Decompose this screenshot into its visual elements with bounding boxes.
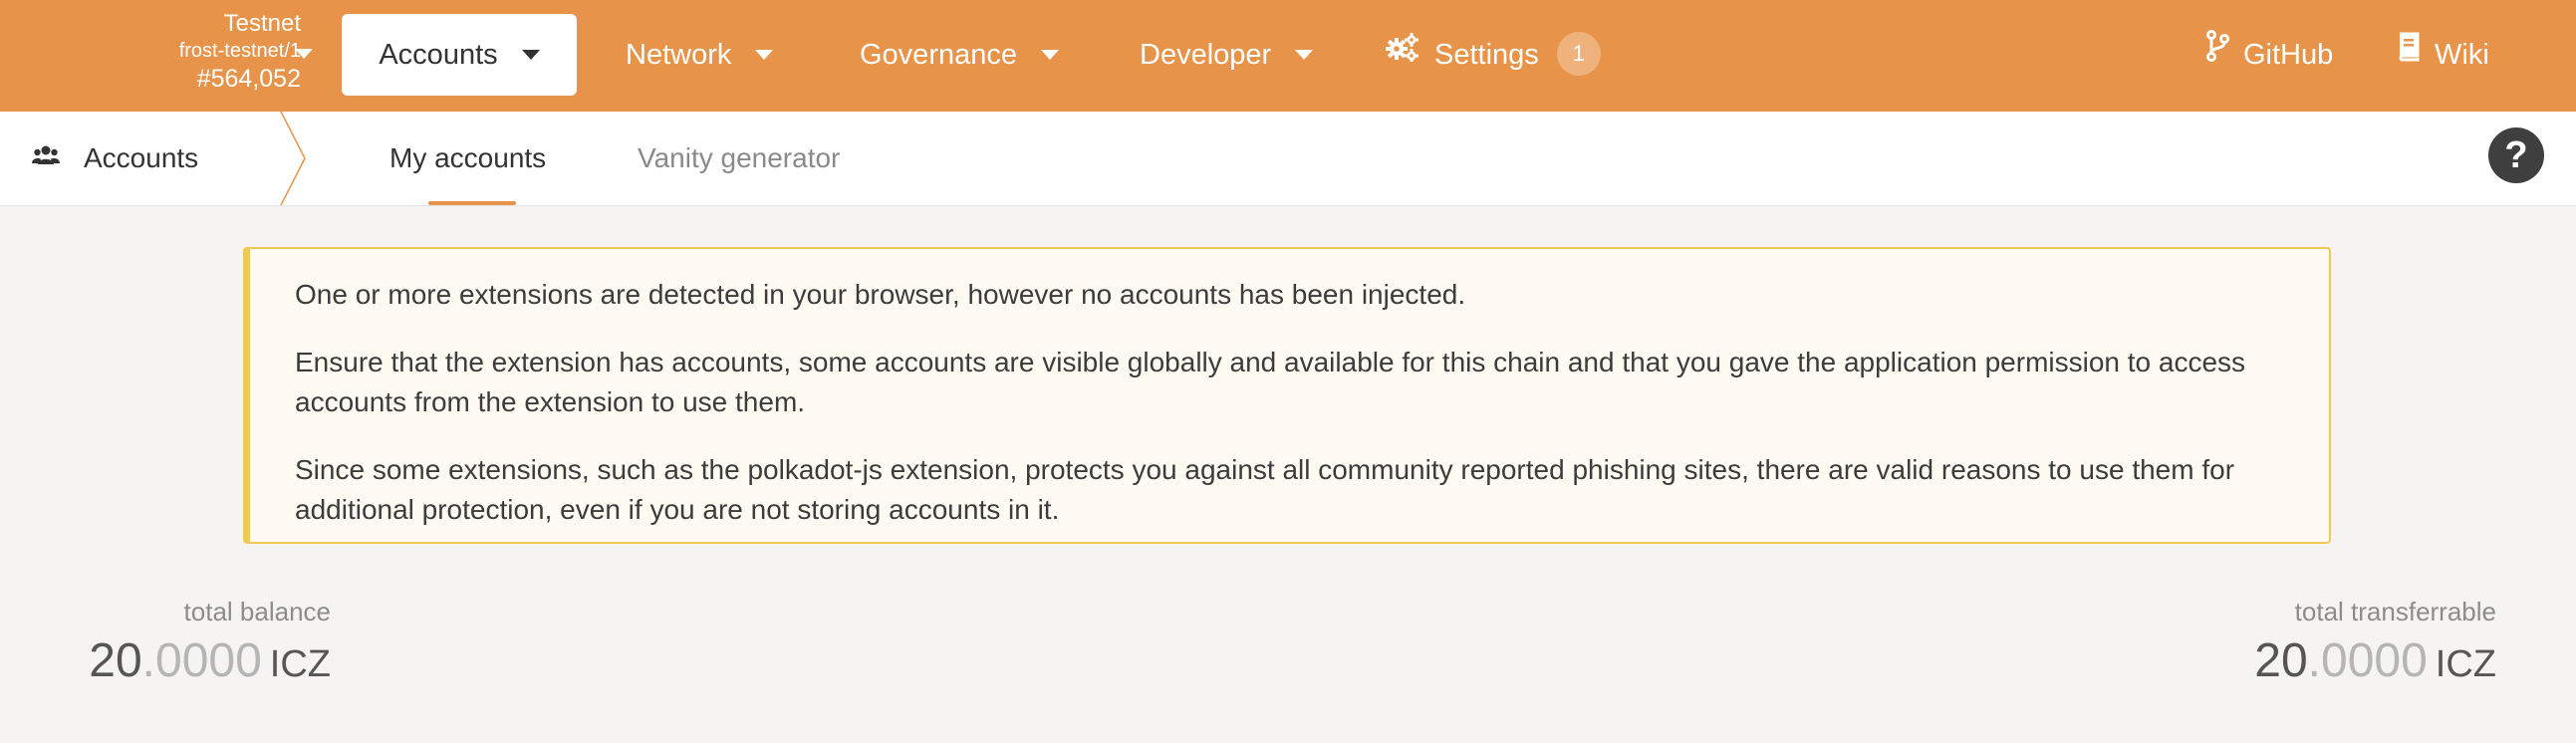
total-balance-label: total balance — [183, 597, 331, 626]
breadcrumb-label: Accounts — [84, 142, 199, 173]
chevron-down-icon[interactable] — [295, 49, 313, 59]
balance-integer: 20 — [89, 634, 142, 687]
balance-unit: ICZ — [269, 643, 331, 685]
chain-name: frost-testnet/1 — [178, 40, 301, 62]
nav-developer-label: Developer — [1140, 39, 1272, 71]
chain-block-number: #564,052 — [196, 65, 301, 93]
nav-settings-label: Settings — [1434, 39, 1539, 71]
nav-github-label: GitHub — [2243, 39, 2334, 71]
chevron-down-icon — [1041, 50, 1059, 61]
nav-developer[interactable]: Developer — [1140, 14, 1314, 96]
warning-paragraph: Ensure that the extension has accounts, … — [295, 347, 2246, 417]
total-balance-amount: 20.0000 ICZ — [80, 633, 331, 692]
nav-settings[interactable]: Settings 1 — [1385, 14, 1601, 96]
gears-icon — [1385, 12, 1420, 94]
nav-network-label: Network — [626, 39, 732, 71]
help-button[interactable]: ? — [2488, 127, 2544, 183]
transferrable-integer: 20 — [2254, 634, 2308, 687]
transferrable-unit: ICZ — [2435, 643, 2496, 685]
sub-nav-bar: Accounts My accounts Vanity generator — [0, 112, 2576, 206]
nav-wiki-link[interactable]: Wiki — [2397, 14, 2489, 96]
extension-warning-box: One or more extensions are detected in y… — [243, 247, 2331, 544]
breadcrumb: Accounts — [32, 112, 198, 205]
total-transferrable-label: total transferrable — [2294, 597, 2496, 626]
warning-paragraph: One or more extensions are detected in y… — [295, 279, 1466, 310]
chevron-down-icon — [755, 50, 774, 61]
nav-github-link[interactable]: GitHub — [2205, 14, 2333, 96]
nav-accounts-label: Accounts — [379, 39, 498, 71]
transferrable-decimal: .0000 — [2307, 634, 2428, 687]
nav-network[interactable]: Network — [626, 14, 774, 96]
tab-my-accounts[interactable]: My accounts — [389, 112, 546, 205]
settings-count-badge: 1 — [1556, 32, 1601, 77]
nav-governance[interactable]: Governance — [860, 14, 1059, 96]
chain-selector[interactable]: Testnet frost-testnet/1 #564,052 — [139, 12, 301, 92]
chevron-down-icon — [1295, 50, 1314, 61]
total-transferrable-amount: 20.0000 ICZ — [2231, 633, 2496, 692]
users-icon — [32, 111, 60, 204]
nav-accounts[interactable]: Accounts — [342, 14, 577, 96]
warning-paragraph: Since some extensions, such as the polka… — [295, 454, 2235, 525]
chain-network-label: Testnet — [223, 10, 301, 37]
total-balance: total balance 20.0000 ICZ — [80, 596, 331, 692]
nav-wiki-label: Wiki — [2435, 39, 2489, 71]
chevron-down-icon — [521, 50, 540, 61]
git-branch-icon — [2205, 12, 2229, 94]
top-nav-bar: Testnet frost-testnet/1 #564,052 Account… — [0, 0, 2576, 112]
book-icon — [2397, 12, 2421, 94]
breadcrumb-separator — [280, 112, 306, 205]
nav-governance-label: Governance — [860, 39, 1017, 71]
balance-decimal: .0000 — [141, 634, 262, 687]
total-transferrable: total transferrable 20.0000 ICZ — [2231, 596, 2496, 692]
active-tab-indicator — [428, 201, 516, 205]
tab-vanity-generator[interactable]: Vanity generator — [638, 112, 840, 205]
